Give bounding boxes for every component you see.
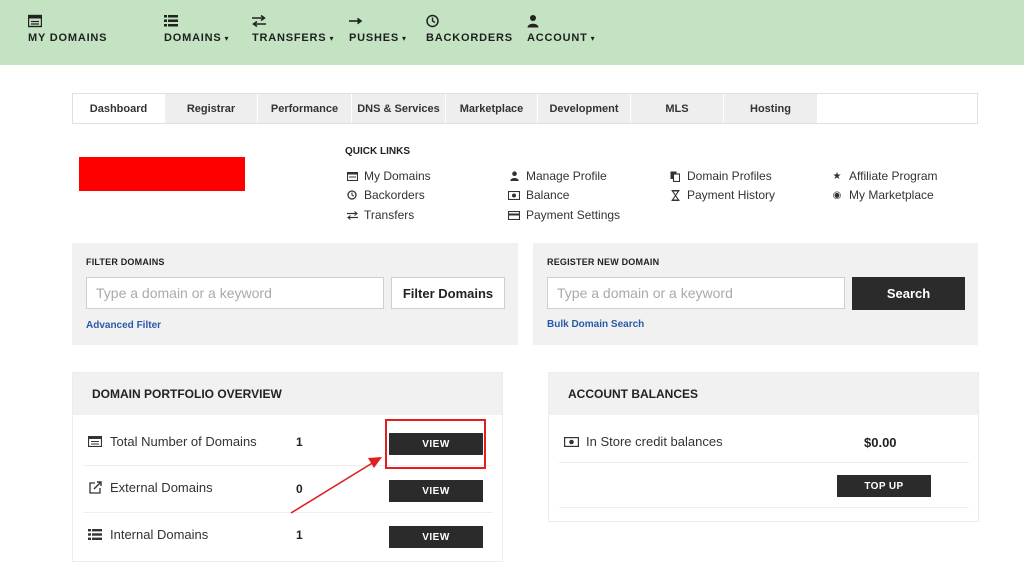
clock-icon: [426, 14, 439, 28]
list-window-icon: [87, 436, 103, 447]
quick-link-my-marketplace[interactable]: ◉ My Marketplace: [830, 188, 934, 202]
star-icon: ★: [832, 170, 842, 182]
nav-backorders-label: BACKORDERS: [426, 32, 513, 44]
chevron-down-icon: ▾: [402, 34, 407, 43]
row-divider: [559, 507, 969, 508]
filter-search-input[interactable]: Type a domain or a keyword: [86, 277, 384, 309]
quick-link-my-domains[interactable]: My Domains: [345, 169, 431, 183]
list-icon: [87, 529, 103, 540]
quick-link-backorders[interactable]: Backorders: [345, 188, 425, 202]
store-credit-row: In Store credit balances: [563, 434, 723, 449]
quick-link-balance[interactable]: Balance: [507, 188, 569, 202]
quick-link-affiliate-program[interactable]: ★ Affiliate Program: [830, 169, 938, 183]
portfolio-row-external: External Domains: [87, 480, 213, 495]
nav-account[interactable]: ACCOUNT ▾: [527, 14, 595, 44]
nav-domains[interactable]: DOMAINS ▾: [164, 14, 229, 44]
exchange-icon: [345, 210, 359, 220]
chevron-down-icon: ▾: [329, 34, 335, 43]
internal-domains-count: 1: [296, 528, 303, 542]
portfolio-row-internal: Internal Domains: [87, 527, 208, 542]
tab-hosting[interactable]: Hosting: [724, 94, 818, 123]
tab-mls[interactable]: MLS: [631, 94, 724, 123]
nav-my-domains-label: MY DOMAINS: [28, 32, 108, 44]
list-icon: [164, 15, 178, 27]
quick-links-title: QUICK LINKS: [345, 146, 410, 157]
list-window-icon: [345, 171, 359, 181]
tab-dns-services[interactable]: DNS & Services: [352, 94, 446, 123]
portfolio-row-total: Total Number of Domains: [87, 434, 257, 449]
quick-link-payment-history[interactable]: Payment History: [668, 188, 775, 202]
filter-domains-button[interactable]: Filter Domains: [391, 277, 505, 309]
credit-card-icon: [507, 210, 521, 220]
top-navigation: MY DOMAINS DOMAINS ▾ TRANSFERS ▾ PUSHES ▾ B…: [0, 0, 1024, 65]
portfolio-title: DOMAIN PORTFOLIO OVERVIEW: [92, 387, 282, 401]
nav-my-domains[interactable]: MY DOMAINS: [28, 14, 107, 44]
quick-link-manage-profile[interactable]: Manage Profile: [507, 169, 607, 183]
filter-domains-panel: FILTER DOMAINS Type a domain or a keywor…: [72, 243, 518, 345]
hourglass-icon: [668, 189, 682, 201]
tab-marketplace[interactable]: Marketplace: [446, 94, 538, 123]
register-search-input[interactable]: Type a domain or a keyword: [547, 277, 845, 309]
register-domain-label: REGISTER NEW DOMAIN: [547, 257, 660, 267]
dashboard-tabs: Dashboard Registrar Performance DNS & Se…: [72, 93, 978, 124]
nav-pushes[interactable]: PUSHES ▾: [349, 14, 407, 44]
row-divider: [83, 512, 493, 513]
nav-backorders[interactable]: BACKORDERS: [426, 14, 513, 44]
chevron-down-icon: ▾: [224, 34, 230, 43]
list-window-icon: [28, 14, 42, 28]
row-divider: [559, 462, 969, 463]
register-domain-panel: REGISTER NEW DOMAIN Type a domain or a k…: [533, 243, 978, 345]
copy-icon: [668, 171, 682, 182]
user-icon: [507, 171, 521, 181]
clock-icon: [345, 190, 359, 200]
tab-performance[interactable]: Performance: [258, 94, 352, 123]
nav-pushes-label: PUSHES: [349, 32, 400, 44]
store-credit-amount: $0.00: [864, 435, 897, 450]
nav-account-label: ACCOUNT: [527, 32, 588, 44]
external-link-icon: [87, 481, 103, 494]
bulk-domain-search-link[interactable]: Bulk Domain Search: [547, 319, 644, 330]
money-bill-icon: [563, 436, 579, 447]
quick-link-transfers[interactable]: Transfers: [345, 208, 414, 222]
tab-registrar[interactable]: Registrar: [165, 94, 258, 123]
user-icon: [527, 15, 539, 28]
quick-link-domain-profiles[interactable]: Domain Profiles: [668, 169, 772, 183]
target-icon: ◉: [832, 189, 842, 201]
quick-link-payment-settings[interactable]: Payment Settings: [507, 208, 620, 222]
money-bill-icon: [507, 190, 521, 200]
filter-domains-label: FILTER DOMAINS: [86, 257, 165, 267]
redacted-logo: [79, 157, 245, 191]
external-domains-count: 0: [296, 482, 303, 496]
top-up-button[interactable]: TOP UP: [837, 475, 931, 497]
total-domains-count: 1: [296, 435, 303, 449]
view-external-domains-button[interactable]: VIEW: [389, 480, 483, 502]
advanced-filter-link[interactable]: Advanced Filter: [86, 320, 161, 331]
nav-transfers[interactable]: TRANSFERS ▾: [252, 14, 334, 44]
highlight-annotation-box: [385, 419, 486, 469]
chevron-down-icon: ▾: [590, 34, 596, 43]
tab-development[interactable]: Development: [538, 94, 631, 123]
exchange-icon: [252, 14, 266, 28]
search-button[interactable]: Search: [852, 277, 965, 310]
nav-transfers-label: TRANSFERS: [252, 32, 327, 44]
view-internal-domains-button[interactable]: VIEW: [389, 526, 483, 548]
balances-title: ACCOUNT BALANCES: [568, 387, 698, 401]
tab-dashboard[interactable]: Dashboard: [73, 94, 165, 123]
account-balances-card: ACCOUNT BALANCES In Store credit balance…: [548, 372, 979, 522]
nav-domains-label: DOMAINS: [164, 32, 222, 44]
arrow-right-icon: [349, 17, 363, 25]
